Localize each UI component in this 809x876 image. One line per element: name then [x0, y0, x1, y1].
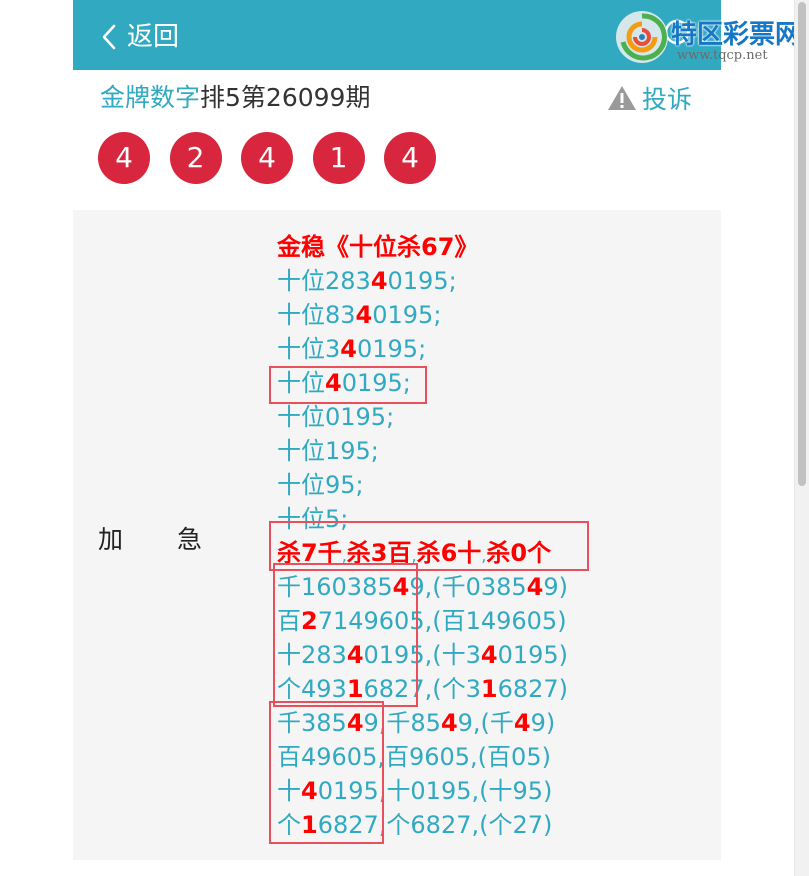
highlight-box [269, 366, 427, 404]
result-ball: 4 [98, 132, 150, 184]
line-text: 0195; [356, 335, 427, 363]
highlight-box [273, 563, 418, 707]
highlight-digit: 1 [480, 675, 498, 703]
urgent-label: 加急 [98, 520, 202, 556]
prediction-line: 十位195; [277, 434, 568, 468]
logo-name: 特区彩票网 [671, 20, 802, 50]
complain-label: 投诉 [642, 85, 693, 114]
highlight-digit: 4 [526, 573, 544, 601]
highlight-digit: 4 [480, 641, 498, 669]
line-text: 金稳《十位杀67》 [277, 233, 479, 261]
line-text: 0195) [497, 641, 569, 669]
site-watermark-logo: 特区彩票网 www.tqcp.net [611, 6, 809, 68]
urgent-char: 急 [177, 525, 203, 554]
line-text: 9) [530, 709, 556, 737]
line-text: 6827) [497, 675, 569, 703]
line-text: 0195; [387, 267, 457, 295]
top-bar: 返回 特区彩票网 www.tqcp.net [73, 0, 801, 70]
complain-button[interactable]: 投诉 [606, 80, 692, 116]
line-text: 十位3 [277, 335, 341, 363]
back-label: 返回 [127, 22, 180, 52]
highlight-digit: 4 [513, 709, 531, 737]
warning-icon [608, 86, 636, 110]
line-text: 9) [543, 573, 569, 601]
line-text: 十位195; [277, 437, 379, 465]
scrollbar[interactable] [794, 0, 809, 876]
result-ball: 4 [241, 132, 293, 184]
result-ball: 2 [169, 132, 222, 184]
result-ball: 1 [312, 132, 365, 184]
prediction-line: 十位95; [277, 468, 568, 502]
logo-url: www.tqcp.net [677, 48, 768, 63]
left-margin [0, 0, 73, 876]
line-text: 十位0195; [277, 403, 395, 431]
scrollbar-thumb[interactable] [798, 2, 806, 486]
line-text: 十位95; [277, 471, 364, 499]
back-button[interactable]: 返回 [101, 20, 179, 54]
prediction-panel: 加急 金稳《十位杀67》 十位28340195; 十位8340195; 十位34019… [73, 210, 721, 860]
highlight-digit: 4 [340, 335, 357, 363]
highlight-box [269, 701, 384, 844]
page: 返回 特区彩票网 www.tqcp.net 金牌数字排5第26099期 投诉 4… [73, 0, 801, 876]
highlight-digit: 4 [440, 709, 458, 737]
prediction-line: 十位340195; [277, 332, 568, 366]
issue-title: 排5第26099期 [200, 83, 371, 112]
prediction-heading: 金稳《十位杀67》 [277, 230, 568, 264]
line-text: 0195; [372, 301, 442, 329]
prediction-line: 十位28340195; [277, 264, 568, 298]
author-link[interactable]: 金牌数字 [100, 83, 200, 112]
prediction-line: 十位0195; [277, 400, 568, 434]
line-text: 9,(千 [457, 709, 514, 737]
chevron-left-icon [102, 24, 116, 50]
urgent-char: 加 [98, 525, 124, 554]
swirl-logo-icon [616, 11, 668, 63]
result-ball: 4 [384, 132, 436, 184]
result-balls: 4 2 4 1 4 [98, 132, 456, 184]
line-text: 十位283 [277, 267, 371, 295]
line-text: 十位83 [277, 301, 356, 329]
highlight-digit: 4 [370, 267, 388, 295]
page-title: 金牌数字排5第26099期 [100, 80, 370, 116]
highlight-digit: 4 [355, 301, 373, 329]
prediction-line: 十位8340195; [277, 298, 568, 332]
line-text: 9,(千0385 [409, 573, 527, 601]
